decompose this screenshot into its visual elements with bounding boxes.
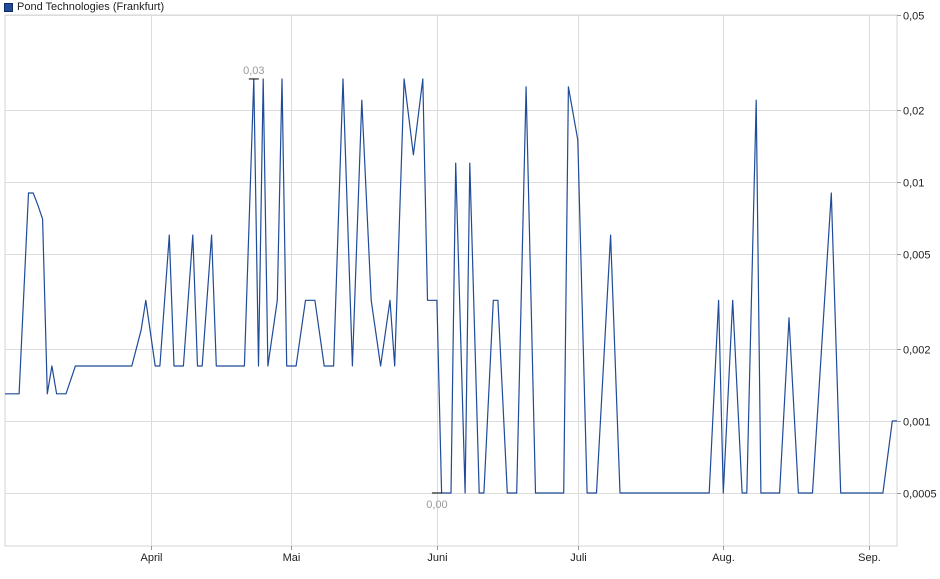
price-chart: 0,0005 0,001 0,002 0,005 0,01 0,02 0,05 April Ma… [4, 11, 937, 564]
x-tick-label: Mai [283, 552, 301, 564]
y-tick-label: 0,001 [903, 417, 931, 429]
x-tick-label: Aug. [712, 552, 735, 564]
x-tick-label: Sep. [858, 552, 881, 564]
legend-swatch [4, 2, 13, 12]
y-tick-label: 0,0005 [903, 489, 937, 501]
x-tick-label: Juli [570, 552, 587, 564]
y-tick-label: 0,002 [903, 345, 931, 357]
high-value-label: 0,03 [243, 65, 264, 77]
chart-legend: Pond Technologies (Frankfurt) [4, 0, 164, 14]
y-tick-label: 0,005 [903, 250, 931, 262]
y-tick-label: 0,01 [903, 178, 924, 190]
x-tick-label: April [140, 552, 162, 564]
y-tick-label: 0,02 [903, 106, 924, 118]
y-tick-label: 0,05 [903, 11, 924, 23]
legend-label: Pond Technologies (Frankfurt) [17, 1, 165, 13]
x-tick-label: Juni [427, 552, 447, 564]
low-value-label: 0,00 [426, 499, 447, 511]
